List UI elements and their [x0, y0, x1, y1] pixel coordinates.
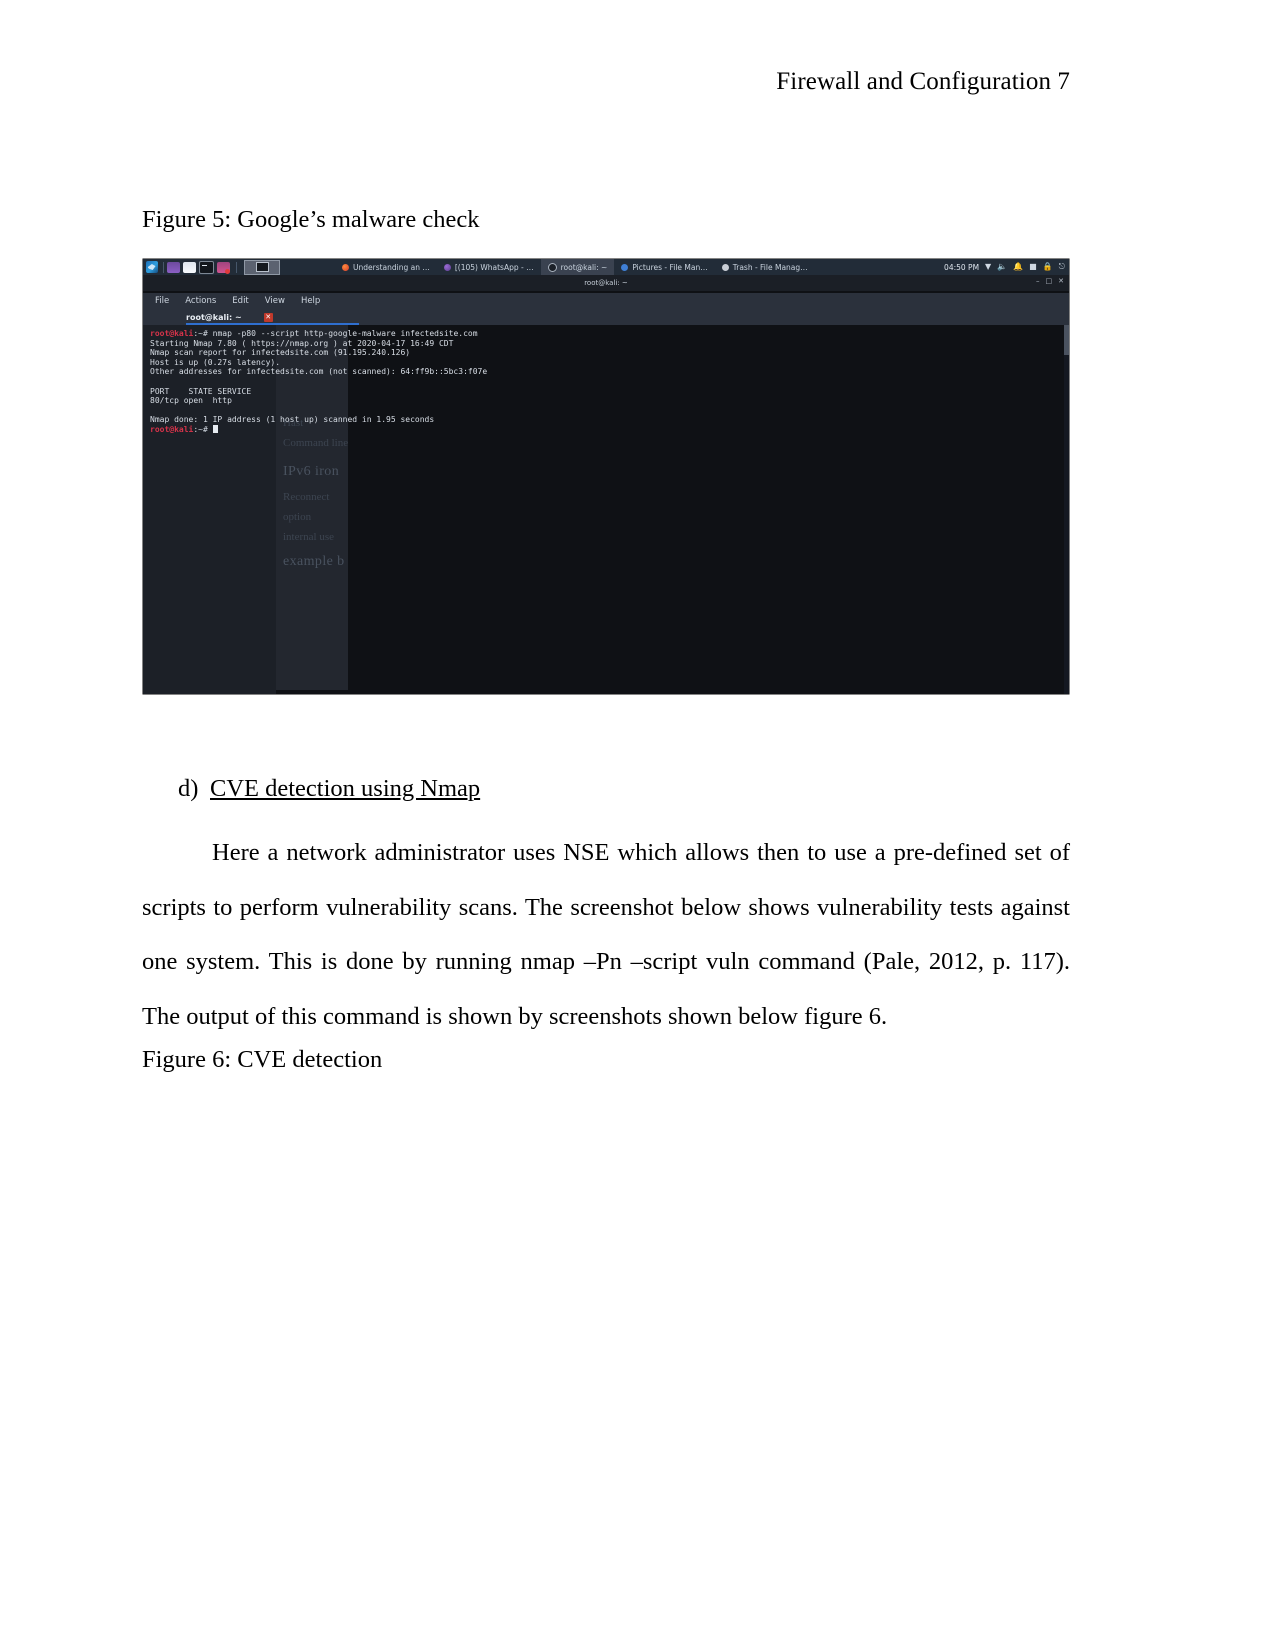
taskbar-item-terminal[interactable]: root@kali: ~	[540, 259, 615, 275]
list-item-d: d) CVE detection using Nmap	[178, 775, 480, 803]
terminal-line: Host is up (0.27s latency).	[150, 357, 281, 367]
tab-close-icon[interactable]: ✕	[263, 312, 273, 322]
taskbar-clock[interactable]: 04:50 PM	[944, 263, 979, 272]
close-button[interactable]: ✕	[1058, 277, 1064, 285]
body-paragraph: Here a network administrator uses NSE wh…	[142, 826, 1070, 1044]
lock-icon[interactable]: 🔒	[1043, 263, 1053, 271]
power-icon[interactable]: ⎋	[1059, 263, 1065, 271]
terminal-menubar: File Actions Edit View Help	[143, 293, 1069, 309]
browser-icon[interactable]	[167, 261, 180, 273]
terminal-icon	[547, 262, 557, 272]
taskbar-item-trash[interactable]: Trash - File Manag…	[715, 259, 815, 275]
taskbar-item-understanding[interactable]: Understanding an …	[335, 259, 437, 275]
window-controls: – □ ✕	[1036, 277, 1064, 285]
list-marker: d)	[178, 775, 199, 802]
taskbar-item-label: Trash - File Manag…	[732, 262, 808, 272]
terminal-titlebar: root@kali: ~ – □ ✕	[143, 275, 1069, 291]
kali-menu-icon[interactable]	[143, 259, 160, 275]
taskbar-item-label: Pictures - File Man…	[632, 262, 708, 272]
body-paragraph-text: Here a network administrator uses NSE wh…	[142, 839, 1070, 1030]
app-icon[interactable]	[217, 261, 230, 274]
document-page: Firewall and Configuration 7 Figure 5: G…	[0, 0, 1275, 1651]
terminal-output[interactable]: root@kali:~# nmap -p80 --script http-goo…	[143, 325, 1069, 694]
terminal-tab[interactable]: root@kali: ~ ✕	[186, 312, 273, 322]
terminal-command: nmap -p80 --script http-google-malware i…	[207, 329, 478, 338]
terminal-prompt-user: root@kali	[150, 329, 194, 338]
taskbar-tray: 04:50 PM ▼ 🔈 🔔 ■ 🔒 ⎋	[944, 263, 1069, 272]
battery-icon[interactable]: ■	[1029, 263, 1037, 271]
volume-icon[interactable]: 🔈	[997, 263, 1007, 271]
maximize-button[interactable]: □	[1046, 277, 1053, 285]
notification-icon[interactable]: 🔔	[1013, 263, 1023, 271]
terminal-prompt-path: :~#	[193, 329, 208, 338]
terminal-line: 80/tcp open http	[150, 396, 232, 406]
terminal-line: Starting Nmap 7.80 ( https://nmap.org ) …	[150, 338, 454, 348]
terminal-line: Nmap scan report for infectedsite.com (9…	[150, 348, 411, 358]
taskbar-item-label: Understanding an …	[353, 262, 430, 272]
terminal-line: Other addresses for infectedsite.com (no…	[150, 367, 488, 377]
taskbar-item-label: [(105) WhatsApp - …	[454, 262, 534, 272]
files-icon[interactable]	[183, 261, 196, 273]
running-head: Firewall and Configuration 7	[776, 68, 1070, 95]
terminal-prompt-path-final: :~#	[193, 424, 208, 434]
menu-help[interactable]: Help	[301, 296, 320, 306]
menu-edit[interactable]: Edit	[232, 296, 248, 306]
terminal-scrollbar[interactable]	[1064, 325, 1069, 694]
figure-5-caption: Figure 5: Google’s malware check	[142, 206, 480, 233]
taskbar-divider	[163, 261, 164, 273]
firefox-icon	[342, 263, 349, 271]
desktop-taskbar: Understanding an … [(105) WhatsApp - … r…	[143, 259, 1069, 275]
taskbar-divider-2	[236, 261, 237, 273]
figure-6-caption: Figure 6: CVE detection	[142, 1046, 383, 1073]
menu-actions[interactable]: Actions	[185, 296, 216, 306]
menu-file[interactable]: File	[155, 296, 169, 306]
terminal-prompt-user-final: root@kali	[150, 424, 194, 434]
taskbar-item-pictures[interactable]: Pictures - File Man…	[614, 259, 714, 275]
firefox-icon	[443, 263, 451, 271]
figure-5-screenshot: Understanding an … [(105) WhatsApp - … r…	[143, 259, 1069, 694]
terminal-line: PORT STATE SERVICE	[150, 386, 252, 396]
terminal-line: Nmap done: 1 IP address (1 host up) scan…	[150, 415, 435, 425]
trash-icon	[721, 263, 729, 271]
minimize-button[interactable]: –	[1036, 277, 1040, 285]
network-icon[interactable]: ▼	[985, 263, 991, 271]
terminal-icon[interactable]	[199, 260, 214, 274]
list-heading: CVE detection using Nmap	[210, 775, 481, 802]
file-manager-icon	[621, 263, 629, 271]
terminal-cursor	[212, 424, 218, 433]
taskbar-item-label: root@kali: ~	[560, 262, 608, 272]
window-title: root@kali: ~	[584, 279, 628, 287]
taskbar-window-list: Understanding an … [(105) WhatsApp - … r…	[335, 259, 815, 275]
terminal-preview[interactable]	[244, 259, 280, 275]
terminal-tab-label: root@kali: ~	[186, 312, 242, 322]
taskbar-item-whatsapp[interactable]: [(105) WhatsApp - …	[437, 259, 541, 275]
menu-view[interactable]: View	[265, 296, 285, 306]
